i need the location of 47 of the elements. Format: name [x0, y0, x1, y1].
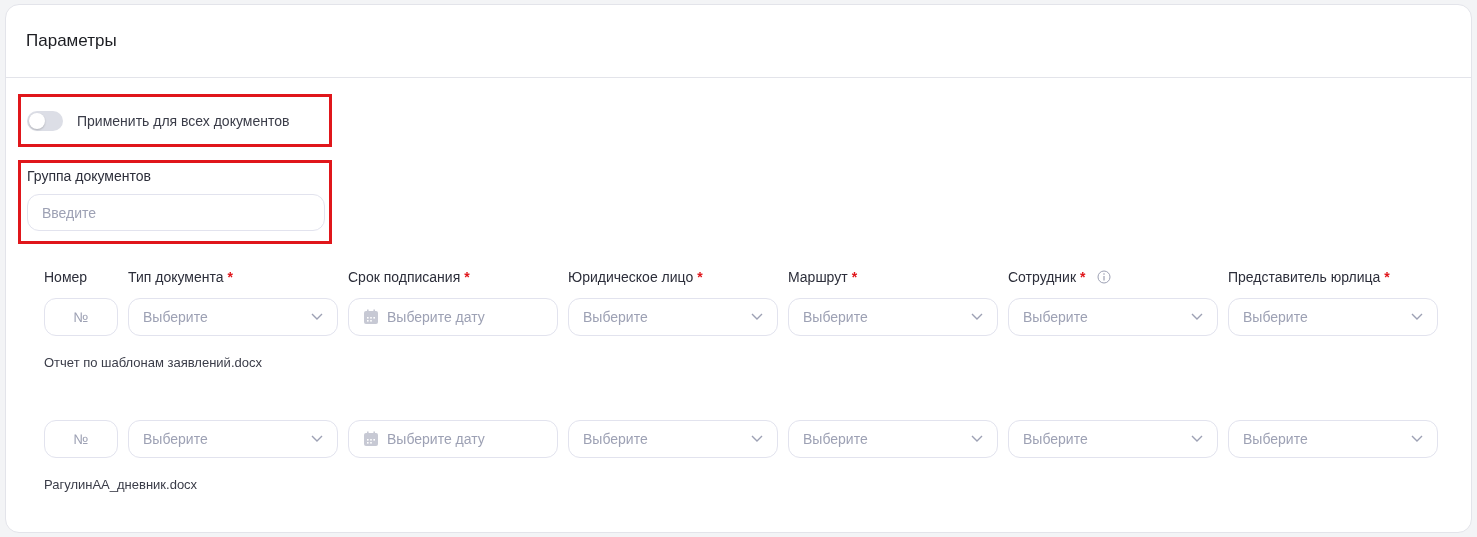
required-mark: *	[697, 269, 703, 285]
chevron-down-icon	[1411, 435, 1423, 443]
info-icon[interactable]	[1097, 270, 1112, 284]
calendar-icon	[363, 309, 379, 325]
select-field[interactable]: Выберите	[1228, 298, 1438, 336]
calendar-icon	[363, 431, 379, 447]
select-field[interactable]: Выберите	[128, 298, 338, 336]
select-field[interactable]: Выберите	[1228, 420, 1438, 458]
required-mark: *	[1080, 269, 1086, 285]
required-mark: *	[851, 269, 858, 285]
field-label: Группа документов	[27, 168, 151, 184]
file-name: РагулинАА_дневник.docx	[44, 477, 199, 492]
chevron-down-icon	[1411, 313, 1423, 321]
section-title: Параметры	[26, 31, 117, 51]
column-label: Номер	[44, 269, 88, 285]
date-field[interactable]: Выберите дату	[348, 420, 558, 458]
column-label: Тип документа	[128, 269, 224, 285]
number-field[interactable]: №	[44, 420, 118, 458]
chevron-down-icon	[971, 435, 983, 443]
chevron-down-icon	[311, 435, 323, 443]
select-field[interactable]: Выберите	[568, 298, 778, 336]
column-label: Представитель юрлица	[1228, 269, 1381, 285]
toggle-switch[interactable]	[27, 110, 63, 131]
file-name: Отчет по шаблонам заявлений.docx	[44, 355, 263, 370]
chevron-down-icon	[1191, 313, 1203, 321]
chevron-down-icon	[751, 313, 763, 321]
select-field[interactable]: Выберите	[1008, 420, 1218, 458]
column-label: Срок подписания	[348, 269, 461, 285]
column-label: Юридическое лицо	[568, 269, 694, 285]
required-mark: *	[1384, 269, 1390, 285]
column-label: Сотрудник	[1008, 269, 1076, 285]
input-field[interactable]: Введите	[27, 194, 325, 231]
select-field[interactable]: Выберите	[788, 298, 998, 336]
required-mark: *	[464, 269, 470, 285]
chevron-down-icon	[1191, 435, 1203, 443]
column-label: Маршрут	[788, 269, 848, 285]
toggle-label: Применить для всех документов	[77, 112, 290, 129]
required-mark: *	[227, 269, 233, 285]
chevron-down-icon	[971, 313, 983, 321]
select-field[interactable]: Выберите	[1008, 298, 1218, 336]
chevron-down-icon	[751, 435, 763, 443]
date-field[interactable]: Выберите дату	[348, 298, 558, 336]
select-field[interactable]: Выберите	[568, 420, 778, 458]
select-field[interactable]: Выберите	[128, 420, 338, 458]
chevron-down-icon	[311, 313, 323, 321]
select-field[interactable]: Выберите	[788, 420, 998, 458]
number-field[interactable]: №	[44, 298, 118, 336]
